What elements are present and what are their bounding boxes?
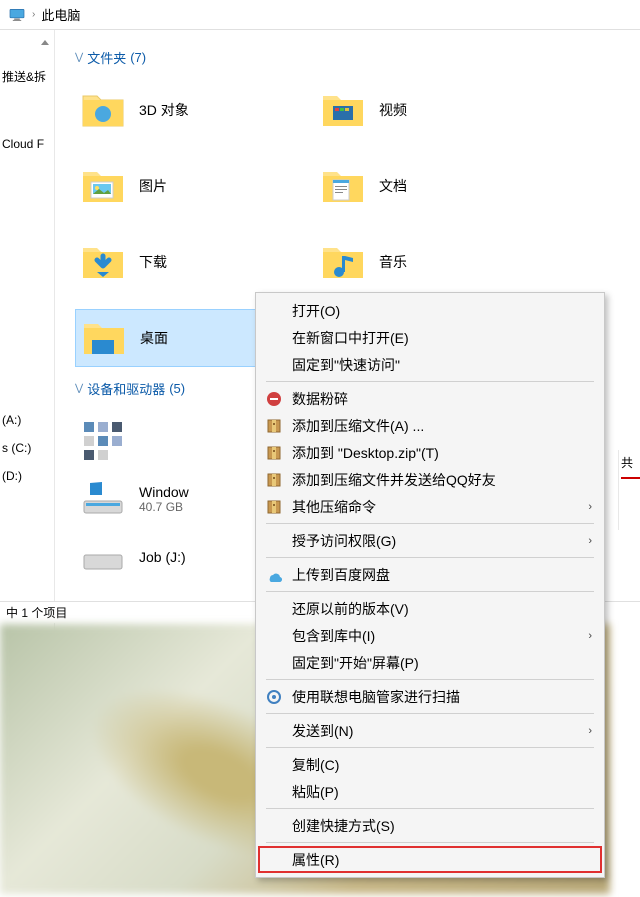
menu-item[interactable]: 固定到"快速访问" [258,351,602,378]
menu-item[interactable]: 打开(O) [258,297,602,324]
menu-item-label: 添加到压缩文件并发送给QQ好友 [292,470,496,490]
menu-item[interactable]: 其他压缩命令 › [258,493,602,520]
address-bar[interactable]: › 此电脑 [0,0,640,30]
drive-icon [79,533,127,581]
menu-item-label: 数据粉碎 [292,389,348,409]
menu-item[interactable]: 固定到"开始"屏幕(P) [258,649,602,676]
menu-item[interactable]: 发送到(N) › [258,717,602,744]
menu-item-label: 上传到百度网盘 [292,565,390,585]
submenu-arrow-icon: › [588,535,592,547]
menu-separator [266,713,594,714]
menu-item[interactable]: 添加到压缩文件(A) ... [258,412,602,439]
menu-separator [266,591,594,592]
sidebar-item[interactable]: s (C:) [0,437,54,459]
menu-item[interactable]: 属性(R) [258,846,602,873]
folder-desktop[interactable]: 桌面 [75,309,279,367]
folder-icon [319,86,367,134]
sidebar-item[interactable]: 推送&拆 [0,64,54,89]
group-folders[interactable]: ⋁ 文件夹 (7) [75,48,634,67]
red-indicator [621,475,640,479]
archive-icon [264,497,284,517]
submenu-arrow-icon: › [588,725,592,737]
menu-item[interactable]: 包含到库中(I) › [258,622,602,649]
menu-item[interactable]: 授予访问权限(G) › [258,527,602,554]
menu-item-label: 固定到"快速访问" [292,355,400,375]
menu-item-label: 创建快捷方式(S) [292,816,395,836]
breadcrumb-label[interactable]: 此电脑 [41,5,80,24]
menu-item[interactable]: 使用联想电脑管家进行扫描 [258,683,602,710]
menu-item-label: 添加到压缩文件(A) ... [292,416,424,436]
folder-icon [80,314,128,362]
chevron-down-icon: ⋁ [75,383,83,394]
menu-item-label: 还原以前的版本(V) [292,599,409,619]
folder-pictures[interactable]: 图片 [75,157,315,215]
menu-item-label: 复制(C) [292,755,339,775]
cloud-icon [264,565,284,585]
folder-downloads[interactable]: 下载 [75,233,315,291]
submenu-arrow-icon: › [588,501,592,513]
menu-item[interactable]: 添加到压缩文件并发送给QQ好友 [258,466,602,493]
menu-item[interactable]: 在新窗口中打开(E) [258,324,602,351]
menu-item[interactable]: 复制(C) [258,751,602,778]
folder-icon [319,238,367,286]
scroll-up-icon[interactable] [38,36,52,50]
folder-icon [79,238,127,286]
red-circle-icon [264,389,284,409]
folder-icon [79,86,127,134]
menu-item-label: 固定到"开始"屏幕(P) [292,653,419,673]
menu-item-label: 其他压缩命令 [292,497,376,517]
pc-icon [8,8,26,22]
menu-item[interactable]: 数据粉碎 [258,385,602,412]
menu-separator [266,381,594,382]
archive-icon [264,443,284,463]
menu-separator [266,679,594,680]
menu-item-label: 包含到库中(I) [292,626,375,646]
menu-item-label: 使用联想电脑管家进行扫描 [292,687,460,707]
folder-documents[interactable]: 文档 [315,157,555,215]
drive-icon [79,475,127,523]
menu-separator [266,747,594,748]
sidebar-item[interactable]: (D:) [0,465,54,487]
folder-videos[interactable]: 视频 [315,81,555,139]
menu-item[interactable]: 还原以前的版本(V) [258,595,602,622]
context-menu: 打开(O) 在新窗口中打开(E) 固定到"快速访问" 数据粉碎添加到压缩文件(A) .… [255,292,605,878]
scan-icon [264,687,284,707]
folder-icon [79,162,127,210]
menu-item-label: 在新窗口中打开(E) [292,328,409,348]
group-label: 文件夹 [87,48,126,67]
menu-item[interactable]: 添加到 "Desktop.zip"(T) [258,439,602,466]
folder-3d-objects[interactable]: 3D 对象 [75,81,315,139]
archive-icon [264,416,284,436]
side-panel: 共 [618,450,640,530]
menu-item[interactable]: 粘贴(P) [258,778,602,805]
group-count: (7) [130,50,146,65]
breadcrumb-separator: › [32,9,35,20]
menu-item-label: 添加到 "Desktop.zip"(T) [292,443,439,463]
menu-item-label: 授予访问权限(G) [292,531,396,551]
menu-item[interactable]: 上传到百度网盘 [258,561,602,588]
menu-item-label: 发送到(N) [292,721,353,741]
menu-item-label: 属性(R) [292,850,339,870]
menu-item[interactable]: 创建快捷方式(S) [258,812,602,839]
menu-item-label: 粘贴(P) [292,782,339,802]
sidebar-item[interactable]: Cloud F [0,133,54,155]
menu-separator [266,557,594,558]
menu-separator [266,842,594,843]
drive-icon [79,417,127,465]
folder-icon [319,162,367,210]
archive-icon [264,470,284,490]
menu-item-label: 打开(O) [292,301,340,321]
sidebar-item[interactable]: (A:) [0,409,54,431]
menu-separator [266,523,594,524]
menu-separator [266,808,594,809]
group-label: 设备和驱动器 [87,379,165,398]
submenu-arrow-icon: › [588,630,592,642]
folder-music[interactable]: 音乐 [315,233,555,291]
group-count: (5) [169,381,185,396]
chevron-down-icon: ⋁ [75,52,83,63]
